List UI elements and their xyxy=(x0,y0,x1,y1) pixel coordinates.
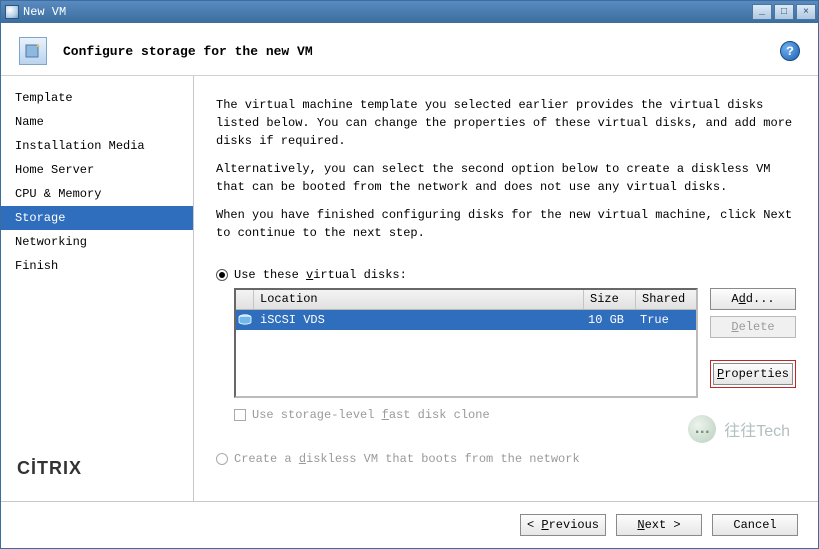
page-header: Configure storage for the new VM ? xyxy=(1,23,818,76)
grid-header-icon-col[interactable] xyxy=(236,290,254,309)
sidebar-item-cpu-memory[interactable]: CPU & Memory xyxy=(1,182,193,206)
sidebar-item-name[interactable]: Name xyxy=(1,110,193,134)
virtual-disks-grid[interactable]: Location Size Shared iSCSI VDS 10 GB Tru… xyxy=(234,288,698,398)
grid-header-shared[interactable]: Shared xyxy=(636,290,696,309)
row-size: 10 GB xyxy=(584,313,636,327)
close-button[interactable]: × xyxy=(796,4,816,20)
sidebar-item-installation-media[interactable]: Installation Media xyxy=(1,134,193,158)
option-diskless-vm: Create a diskless VM that boots from the… xyxy=(216,452,796,466)
previous-button[interactable]: < Previous xyxy=(520,514,606,536)
sidebar-item-storage[interactable]: Storage xyxy=(1,206,193,230)
wizard-content: The virtual machine template you selecte… xyxy=(194,76,818,501)
intro-p3: When you have finished configuring disks… xyxy=(216,206,796,242)
help-icon[interactable]: ? xyxy=(780,41,800,61)
app-icon xyxy=(5,5,19,19)
sidebar-item-finish[interactable]: Finish xyxy=(1,254,193,278)
minimize-button[interactable]: _ xyxy=(752,4,772,20)
maximize-button[interactable]: □ xyxy=(774,4,794,20)
row-location: iSCSI VDS xyxy=(254,313,584,327)
fast-clone-label: Use storage-level fast disk clone xyxy=(252,408,490,422)
next-button[interactable]: Next > xyxy=(616,514,702,536)
window-title: New VM xyxy=(19,5,752,19)
radio-diskless xyxy=(216,453,228,465)
page-title: Configure storage for the new VM xyxy=(63,44,313,59)
grid-header-size[interactable]: Size xyxy=(584,290,636,309)
intro-p1: The virtual machine template you selecte… xyxy=(216,96,796,150)
sidebar-item-home-server[interactable]: Home Server xyxy=(1,158,193,182)
wizard-icon xyxy=(19,37,47,65)
wizard-footer: < Previous Next > Cancel xyxy=(1,501,818,548)
brand-area: CİTRIX xyxy=(1,458,193,501)
option-use-disks-label: Use these virtual disks: xyxy=(234,268,407,282)
grid-header: Location Size Shared xyxy=(236,290,696,310)
sidebar-item-networking[interactable]: Networking xyxy=(1,230,193,254)
radio-use-disks[interactable] xyxy=(216,269,228,281)
citrix-logo: CİTRIX xyxy=(17,458,82,478)
window-frame: New VM _ □ × Configure storage for the n… xyxy=(0,0,819,549)
grid-header-location[interactable]: Location xyxy=(254,290,584,309)
option-use-virtual-disks[interactable]: Use these virtual disks: xyxy=(216,268,796,282)
intro-p2: Alternatively, you can select the second… xyxy=(216,160,796,196)
row-shared: True xyxy=(636,313,696,327)
properties-highlight-box: Properties xyxy=(710,360,796,388)
option-fast-disk-clone: Use storage-level fast disk clone xyxy=(234,408,796,422)
intro-text: The virtual machine template you selecte… xyxy=(216,96,796,252)
checkbox-fast-clone xyxy=(234,409,246,421)
option-diskless-label: Create a diskless VM that boots from the… xyxy=(234,452,580,466)
sidebar-item-template[interactable]: Template xyxy=(1,86,193,110)
properties-button[interactable]: Properties xyxy=(713,363,793,385)
cancel-button[interactable]: Cancel xyxy=(712,514,798,536)
add-button[interactable]: Add... xyxy=(710,288,796,310)
wizard-sidebar: Template Name Installation Media Home Se… xyxy=(1,76,194,501)
disk-icon xyxy=(236,314,254,326)
delete-button: Delete xyxy=(710,316,796,338)
titlebar[interactable]: New VM _ □ × xyxy=(1,1,818,23)
table-row[interactable]: iSCSI VDS 10 GB True xyxy=(236,310,696,330)
